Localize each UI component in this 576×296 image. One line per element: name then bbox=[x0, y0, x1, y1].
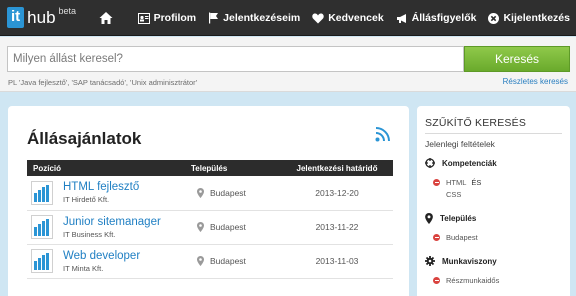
remove-filter-icon[interactable] bbox=[433, 277, 440, 284]
column-deadline[interactable]: Jelentkezési határidő bbox=[281, 160, 393, 176]
column-position[interactable]: Pozíció bbox=[27, 160, 185, 176]
nav-profile-label: Profilom bbox=[153, 12, 197, 24]
location-cell: Budapest bbox=[189, 222, 277, 232]
filter-value: Részmunkaidős bbox=[433, 276, 499, 285]
filter-section-location: Település bbox=[425, 213, 476, 224]
filter-value: CSS bbox=[446, 190, 461, 199]
location-text: Budapest bbox=[210, 256, 246, 266]
filter-value-text: Budapest bbox=[446, 233, 478, 242]
search-section: Keresés PL 'Java fejlesztő', 'SAP tanács… bbox=[0, 37, 576, 92]
deadline-text: 2013-12-20 bbox=[281, 176, 393, 211]
search-button[interactable]: Keresés bbox=[464, 46, 570, 72]
filter-sidebar: SZŰKÍTŐ KERESÉS Jelenlegi feltételek Kom… bbox=[417, 106, 570, 296]
filter-value: Budapest bbox=[433, 233, 478, 242]
logo-it-text: it bbox=[7, 7, 25, 28]
advanced-search-link[interactable]: Részletes keresés bbox=[503, 77, 568, 86]
table-row: Web developer IT Minta Kft. Budapest 201… bbox=[27, 244, 393, 279]
home-icon[interactable] bbox=[98, 10, 114, 26]
nav-job-alerts[interactable]: Állásfigyelők bbox=[396, 12, 477, 24]
nav-favorites[interactable]: Kedvencek bbox=[312, 12, 384, 24]
nav-profile[interactable]: Profilom bbox=[137, 12, 197, 24]
page-title: Állásajánlatok bbox=[27, 129, 142, 148]
company-name: IT Business Kft. bbox=[63, 229, 116, 239]
top-navigation-bar: it hub beta Profilom Jelentkezéseim Kedv… bbox=[0, 0, 576, 36]
logo-hub-text: hub bbox=[27, 8, 56, 27]
job-cell: HTML fejlesztő IT Hirdető Kft. bbox=[31, 180, 181, 205]
main-nav: Profilom Jelentkezéseim Kedvencek Állásf… bbox=[98, 0, 570, 36]
job-table-header: Pozíció Település Jelentkezési határidő bbox=[27, 160, 393, 176]
filter-value: HTML ÉS bbox=[433, 178, 481, 187]
table-row: Junior sitemanager IT Business Kft. Buda… bbox=[27, 210, 393, 245]
job-cell: Junior sitemanager IT Business Kft. bbox=[31, 215, 181, 239]
filter-section-employment: Munkaviszony bbox=[425, 256, 497, 266]
company-logo-icon bbox=[31, 249, 53, 273]
nav-applications[interactable]: Jelentkezéseim bbox=[208, 12, 300, 24]
company-name: IT Hirdető Kft. bbox=[63, 195, 110, 205]
crosshair-icon bbox=[425, 158, 435, 168]
filter-value-text: CSS bbox=[446, 190, 462, 199]
job-title-link[interactable]: HTML fejlesztő bbox=[63, 181, 139, 194]
search-hint: PL 'Java fejlesztő', 'SAP tanácsadó', 'U… bbox=[8, 78, 198, 87]
sidebar-divider bbox=[425, 133, 562, 134]
company-logo-icon bbox=[31, 180, 53, 205]
nav-favorites-label: Kedvencek bbox=[328, 12, 384, 24]
map-pin-icon bbox=[197, 187, 204, 198]
table-row: HTML fejlesztő IT Hirdető Kft. Budapest bbox=[27, 176, 393, 211]
location-text: Budapest bbox=[210, 222, 246, 232]
close-circle-icon bbox=[488, 12, 500, 24]
map-pin-icon bbox=[197, 222, 204, 232]
competencies-label: Kompetenciák bbox=[442, 158, 497, 168]
megaphone-icon bbox=[396, 13, 406, 23]
rss-icon[interactable] bbox=[375, 126, 391, 142]
nav-job-alerts-label: Állásfigyelők bbox=[411, 12, 477, 24]
job-cell: Web developer IT Minta Kft. bbox=[31, 249, 181, 273]
current-filters-label: Jelenlegi feltételek bbox=[425, 139, 495, 149]
filter-section-competencies: Kompetenciák bbox=[425, 158, 497, 168]
filter-value-text: HTML bbox=[446, 178, 467, 187]
location-cell: Budapest bbox=[189, 187, 277, 198]
job-title-link[interactable]: Web developer bbox=[63, 250, 140, 263]
nav-logout[interactable]: Kijelentkezés bbox=[488, 12, 570, 24]
company-name: IT Minta Kft. bbox=[63, 263, 104, 273]
gear-icon bbox=[425, 256, 435, 266]
and-connector: ÉS bbox=[471, 178, 482, 187]
nav-logout-label: Kijelentkezés bbox=[503, 12, 570, 24]
filter-value-text: Részmunkaidős bbox=[446, 276, 500, 285]
profile-card-icon bbox=[137, 12, 150, 24]
location-text: Budapest bbox=[210, 187, 246, 198]
flag-icon bbox=[209, 12, 219, 24]
job-title-link[interactable]: Junior sitemanager bbox=[63, 216, 161, 229]
employment-filter-label: Munkaviszony bbox=[442, 256, 497, 266]
sidebar-title: SZŰKÍTŐ KERESÉS bbox=[425, 117, 527, 129]
nav-applications-label: Jelentkezéseim bbox=[223, 12, 301, 24]
job-offers-panel: Állásajánlatok Pozíció Település Jelentk… bbox=[8, 106, 409, 296]
column-location[interactable]: Település bbox=[185, 160, 281, 176]
map-pin-icon bbox=[425, 213, 433, 224]
deadline-text: 2013-11-03 bbox=[281, 244, 393, 279]
deadline-text: 2013-11-22 bbox=[281, 210, 393, 245]
ithub-logo[interactable]: it hub beta bbox=[7, 6, 77, 29]
job-table: Pozíció Település Jelentkezési határidő … bbox=[27, 160, 393, 279]
location-cell: Budapest bbox=[189, 256, 277, 266]
heart-icon bbox=[312, 13, 324, 23]
company-logo-icon bbox=[31, 215, 53, 239]
remove-filter-icon[interactable] bbox=[433, 179, 440, 186]
remove-filter-icon[interactable] bbox=[433, 234, 440, 241]
location-filter-label: Település bbox=[440, 214, 477, 223]
search-input[interactable] bbox=[7, 46, 464, 72]
map-pin-icon bbox=[197, 256, 204, 266]
logo-beta-text: beta bbox=[58, 6, 77, 16]
